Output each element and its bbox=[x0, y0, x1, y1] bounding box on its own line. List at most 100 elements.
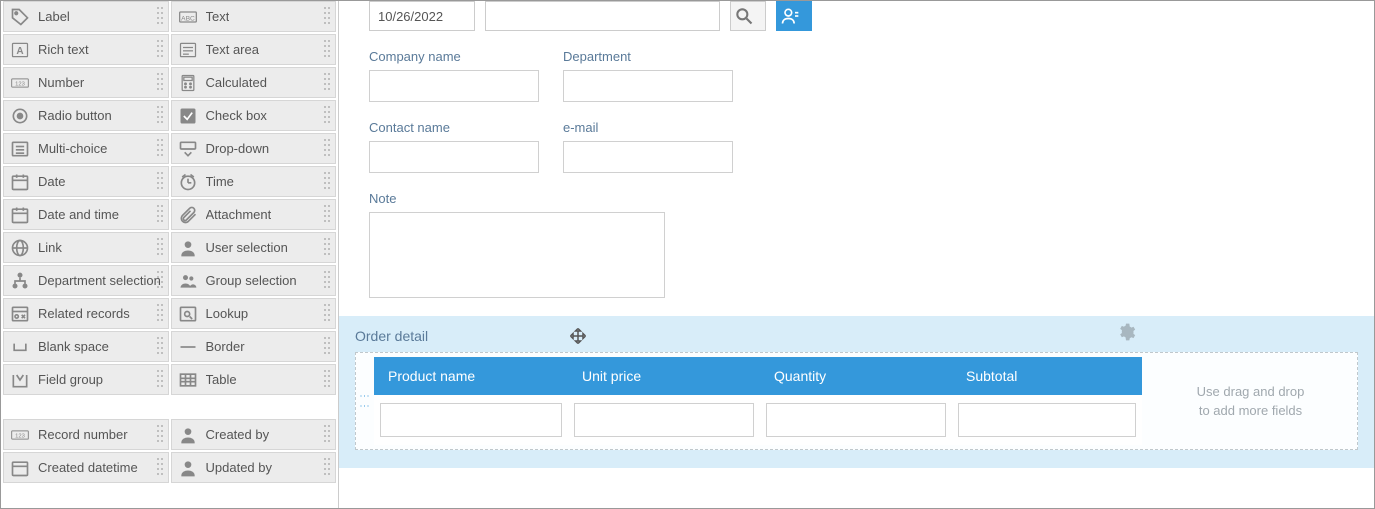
palette-label: Group selection bbox=[206, 273, 297, 288]
order-detail-section[interactable]: Order detail ⋮⋮ Product name Unit price … bbox=[339, 316, 1374, 468]
drag-grip-icon bbox=[323, 105, 331, 127]
user-icon bbox=[178, 238, 198, 258]
drag-grip-icon bbox=[156, 204, 164, 226]
palette-item-textarea[interactable]: Text area bbox=[171, 34, 337, 65]
palette-item-fieldgroup[interactable]: Field group bbox=[3, 364, 169, 395]
palette-item-time[interactable]: Time bbox=[171, 166, 337, 197]
drag-grip-icon bbox=[323, 336, 331, 358]
palette-item-blankspace[interactable]: Blank space bbox=[3, 331, 169, 362]
textarea-icon bbox=[178, 40, 198, 60]
note-label: Note bbox=[369, 191, 1359, 206]
svg-text:123: 123 bbox=[15, 433, 25, 439]
palette-item-richtext[interactable]: A Rich text bbox=[3, 34, 169, 65]
department-label: Department bbox=[563, 49, 733, 64]
company-name-input[interactable] bbox=[369, 70, 539, 102]
palette-item-multichoice[interactable]: Multi-choice bbox=[3, 133, 169, 164]
table-icon bbox=[178, 370, 198, 390]
palette-item-attachment[interactable]: Attachment bbox=[171, 199, 337, 230]
drag-grip-icon bbox=[156, 336, 164, 358]
drag-grip-icon bbox=[156, 237, 164, 259]
palette-label: Text bbox=[206, 9, 230, 24]
palette-item-radio[interactable]: Radio button bbox=[3, 100, 169, 131]
palette-item-label[interactable]: Label bbox=[3, 1, 169, 32]
related-records-icon bbox=[10, 304, 30, 324]
palette-label: Calculated bbox=[206, 75, 267, 90]
palette-item-border[interactable]: Border bbox=[171, 331, 337, 362]
drag-grip-icon bbox=[323, 39, 331, 61]
col-quantity: Quantity bbox=[760, 368, 952, 384]
palette-item-calculated[interactable]: Calculated bbox=[171, 67, 337, 98]
field-group-icon bbox=[10, 370, 30, 390]
palette-item-createddatetime[interactable]: Created datetime bbox=[3, 452, 169, 483]
table-header-row: Product name Unit price Quantity Subtota… bbox=[374, 357, 1142, 395]
palette-item-dropdown[interactable]: Drop-down bbox=[171, 133, 337, 164]
palette-label: Border bbox=[206, 339, 245, 354]
search-button[interactable] bbox=[730, 1, 766, 31]
date-input[interactable] bbox=[369, 1, 475, 31]
clock-icon bbox=[178, 172, 198, 192]
palette-label: User selection bbox=[206, 240, 288, 255]
palette-item-createdby[interactable]: Created by bbox=[171, 419, 337, 450]
palette-label: Date bbox=[38, 174, 65, 189]
company-name-label: Company name bbox=[369, 49, 539, 64]
org-chart-icon bbox=[10, 271, 30, 291]
drag-grip-icon bbox=[323, 237, 331, 259]
drag-grip-icon bbox=[156, 270, 164, 292]
palette-label: Label bbox=[38, 9, 70, 24]
svg-text:A: A bbox=[16, 46, 23, 57]
palette-item-link[interactable]: Link bbox=[3, 232, 169, 263]
row-drag-handle[interactable]: ⋮⋮ bbox=[360, 357, 368, 445]
palette-item-text[interactable]: ABC Text bbox=[171, 1, 337, 32]
drag-grip-icon bbox=[323, 72, 331, 94]
drag-grip-icon bbox=[323, 369, 331, 391]
drag-grip-icon bbox=[156, 6, 164, 28]
palette-item-date[interactable]: Date bbox=[3, 166, 169, 197]
product-name-cell[interactable] bbox=[380, 403, 562, 437]
drag-grip-icon bbox=[323, 303, 331, 325]
palette-item-number[interactable]: 123 Number bbox=[3, 67, 169, 98]
email-input[interactable] bbox=[563, 141, 733, 173]
user-picker-button[interactable] bbox=[776, 1, 812, 31]
contact-name-label: Contact name bbox=[369, 120, 539, 135]
palette-item-relatedrecords[interactable]: Related records bbox=[3, 298, 169, 329]
field-palette: Label ABC Text A Rich text bbox=[1, 1, 339, 508]
drag-grip-icon bbox=[156, 105, 164, 127]
unit-price-cell[interactable] bbox=[574, 403, 754, 437]
move-icon[interactable] bbox=[568, 326, 588, 346]
lookup-search-input[interactable] bbox=[485, 1, 720, 31]
note-input[interactable] bbox=[369, 212, 665, 298]
order-table: Product name Unit price Quantity Subtota… bbox=[374, 357, 1142, 445]
radio-icon bbox=[10, 106, 30, 126]
gear-icon[interactable] bbox=[1116, 322, 1136, 342]
table-dropzone[interactable]: ⋮⋮ Product name Unit price Quantity Subt… bbox=[355, 352, 1358, 450]
user-icon bbox=[178, 458, 198, 478]
palette-item-table[interactable]: Table bbox=[171, 364, 337, 395]
palette-item-updatedby[interactable]: Updated by bbox=[171, 452, 337, 483]
paperclip-icon bbox=[178, 205, 198, 225]
svg-text:ABC: ABC bbox=[181, 15, 195, 22]
contact-name-input[interactable] bbox=[369, 141, 539, 173]
palette-label: Time bbox=[206, 174, 234, 189]
dropzone-hint: Use drag and drop to add more fields bbox=[1148, 357, 1353, 445]
drag-grip-icon bbox=[156, 72, 164, 94]
palette-item-datetime[interactable]: Date and time bbox=[3, 199, 169, 230]
subtotal-cell[interactable] bbox=[958, 403, 1136, 437]
palette-item-groupselection[interactable]: Group selection bbox=[171, 265, 337, 296]
drag-grip-icon bbox=[156, 457, 164, 479]
palette-label: Check box bbox=[206, 108, 267, 123]
palette-label: Created by bbox=[206, 427, 270, 442]
calendar-icon bbox=[10, 172, 30, 192]
table-row bbox=[374, 395, 1142, 445]
drag-grip-icon bbox=[323, 6, 331, 28]
palette-item-userselection[interactable]: User selection bbox=[171, 232, 337, 263]
palette-item-recordnumber[interactable]: 123 Record number bbox=[3, 419, 169, 450]
palette-label: Radio button bbox=[38, 108, 112, 123]
drag-grip-icon bbox=[323, 270, 331, 292]
quantity-cell[interactable] bbox=[766, 403, 946, 437]
palette-item-checkbox[interactable]: Check box bbox=[171, 100, 337, 131]
department-input[interactable] bbox=[563, 70, 733, 102]
palette-item-departmentselection[interactable]: Department selection bbox=[3, 265, 169, 296]
palette-item-lookup[interactable]: Lookup bbox=[171, 298, 337, 329]
checkbox-icon bbox=[178, 106, 198, 126]
drag-grip-icon bbox=[156, 424, 164, 446]
